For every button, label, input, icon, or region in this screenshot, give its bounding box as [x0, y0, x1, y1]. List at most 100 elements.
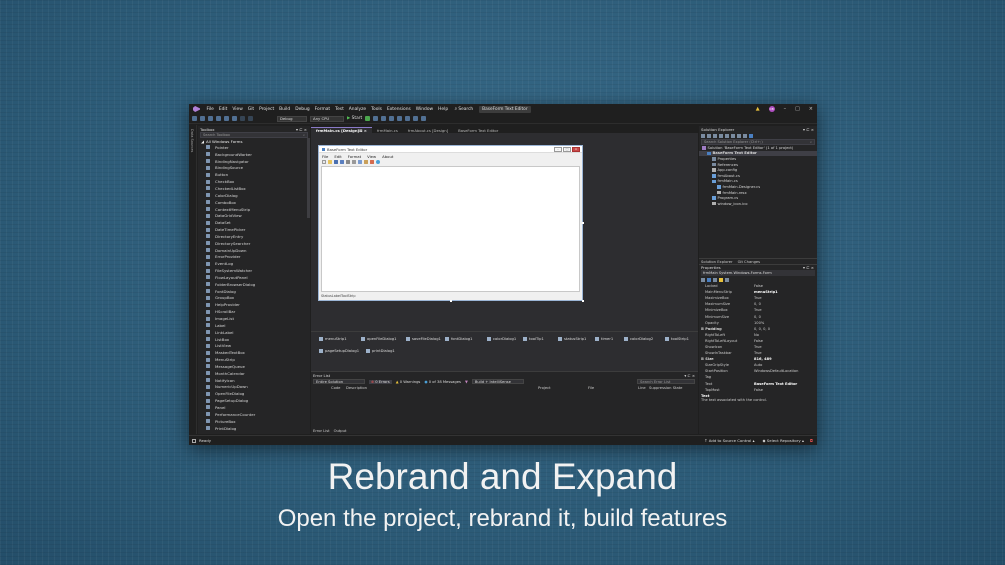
- toolbox-item[interactable]: Label: [198, 322, 310, 329]
- sync-icon[interactable]: [719, 133, 723, 138]
- toolbar-extra-icon-3[interactable]: [389, 116, 395, 121]
- start-without-debugging-icon[interactable]: [365, 116, 371, 121]
- error-column-header[interactable]: File: [588, 386, 594, 390]
- component-tray-item[interactable]: pageSetupDialog1: [319, 349, 359, 353]
- menu-file[interactable]: File: [204, 107, 216, 112]
- toolbox-item[interactable]: MessageQueue: [198, 363, 310, 370]
- panel-pin-close-icons[interactable]: ▾ ⊏ ×: [803, 127, 814, 132]
- component-tray-item[interactable]: openFileDialog1: [361, 337, 396, 341]
- form-designer-surface[interactable]: BaseForm Text Editor – □ × File Edit Forma…: [311, 133, 698, 331]
- forward-icon[interactable]: [707, 133, 711, 138]
- toolbox-item[interactable]: CheckBox: [198, 178, 310, 185]
- toolbox-item[interactable]: OpenFileDialog: [198, 390, 310, 397]
- alphabetical-icon[interactable]: [707, 277, 711, 282]
- toolbox-item[interactable]: PictureBox: [198, 418, 310, 425]
- events-icon[interactable]: [719, 277, 723, 282]
- error-column-header[interactable]: Description: [346, 386, 367, 390]
- back-icon[interactable]: [701, 133, 705, 138]
- form-text-area[interactable]: [321, 166, 580, 292]
- toolbox-item[interactable]: ImageList: [198, 315, 310, 322]
- toolbox-item[interactable]: Pointer: [198, 144, 310, 151]
- toolbar-extra-icon-6[interactable]: [413, 116, 419, 121]
- component-tray-item[interactable]: timer1: [595, 337, 613, 341]
- form-menu-item[interactable]: Edit: [334, 154, 341, 159]
- menu-window[interactable]: Window: [413, 107, 435, 112]
- solution-tree-item[interactable]: window_icon.ico: [699, 201, 817, 207]
- component-tray-item[interactable]: saveFileDialog1: [406, 337, 441, 341]
- component-tray-item[interactable]: fontDialog1: [445, 337, 472, 341]
- forward-icon[interactable]: [200, 116, 205, 121]
- refresh-icon[interactable]: [725, 133, 729, 138]
- close-icon[interactable]: ×: [809, 106, 813, 112]
- solution-explorer-tab[interactable]: Solution Explorer: [701, 260, 733, 264]
- toolbox-item[interactable]: PageSetupDialog: [198, 397, 310, 404]
- show-all-files-icon[interactable]: [737, 133, 741, 138]
- menu-edit[interactable]: Edit: [216, 107, 230, 112]
- bottom-tab[interactable]: Error List: [313, 429, 330, 433]
- error-column-header[interactable]: Line: [638, 386, 646, 390]
- errors-filter-button[interactable]: ⊗ 0 Errors: [369, 379, 392, 384]
- toolbox-item[interactable]: FontDialog: [198, 288, 310, 295]
- menu-extensions[interactable]: Extensions: [384, 107, 413, 112]
- toolbox-scrollbar[interactable]: [307, 138, 310, 218]
- filter-icon[interactable]: ▼: [465, 380, 468, 384]
- toolbox-item[interactable]: ErrorProvider: [198, 254, 310, 261]
- menu-analyze[interactable]: Analyze: [346, 107, 368, 112]
- toolbox-item[interactable]: MenuStrip: [198, 356, 310, 363]
- toolbox-item[interactable]: BackgroundWorker: [198, 151, 310, 158]
- add-to-source-control-button[interactable]: ↑ Add to Source Control ▴: [704, 438, 754, 443]
- toolbar-extra-icon-5[interactable]: [405, 116, 411, 121]
- bottom-tab[interactable]: Output: [334, 429, 347, 433]
- toolbox-item[interactable]: ContextMenuStrip: [198, 206, 310, 213]
- menu-debug[interactable]: Debug: [293, 107, 312, 112]
- panel-pin-close-icons[interactable]: ▾ ⊏ ×: [803, 265, 814, 270]
- menu-git[interactable]: Git: [245, 107, 256, 112]
- start-button[interactable]: ▶ Start: [347, 116, 362, 121]
- toolbox-item[interactable]: Button: [198, 171, 310, 178]
- toolbox-item[interactable]: EventLog: [198, 260, 310, 267]
- data-sources-strip[interactable]: Data Sources: [189, 125, 197, 434]
- search-button[interactable]: ⌕ Search: [453, 107, 476, 112]
- messages-filter-button[interactable]: ● 0 of 38 Messages: [424, 380, 461, 384]
- menu-build[interactable]: Build: [277, 107, 293, 112]
- properties-view-icon[interactable]: [713, 277, 717, 282]
- properties-icon[interactable]: [743, 133, 747, 138]
- redo-icon[interactable]: [248, 116, 253, 121]
- maximize-icon[interactable]: □: [795, 106, 800, 112]
- property-pages-icon[interactable]: [725, 277, 729, 282]
- toolbox-item[interactable]: DomainUpDown: [198, 247, 310, 254]
- error-column-header[interactable]: Project: [538, 386, 551, 390]
- resize-handle-corner[interactable]: [582, 300, 584, 302]
- form-tool-strip[interactable]: [319, 159, 582, 165]
- warning-icon[interactable]: ▲: [756, 106, 760, 112]
- toolbar-extra-icon-2[interactable]: [381, 116, 387, 121]
- form-preview-window[interactable]: BaseForm Text Editor – □ × File Edit Forma…: [318, 145, 583, 301]
- toolbox-item[interactable]: MaskedTextBox: [198, 349, 310, 356]
- undo-icon[interactable]: [240, 116, 245, 121]
- open-icon[interactable]: [216, 116, 221, 121]
- new-project-icon[interactable]: [208, 116, 213, 121]
- component-tray-item[interactable]: colorDialog2: [624, 337, 653, 341]
- select-repository-button[interactable]: ◆ Select Repository ▴: [763, 438, 804, 443]
- menu-test[interactable]: Test: [333, 107, 347, 112]
- toolbox-item[interactable]: HScrollBar: [198, 308, 310, 315]
- panel-pin-close-icons[interactable]: ▾ ⊏ ×: [296, 127, 307, 132]
- component-tray-item[interactable]: toolStrip1: [665, 337, 689, 341]
- toolbox-item[interactable]: ComboBox: [198, 199, 310, 206]
- toolbox-item[interactable]: FileSystemWatcher: [198, 267, 310, 274]
- resize-handle-right[interactable]: [582, 222, 584, 224]
- toolbox-item[interactable]: NumericUpDown: [198, 384, 310, 391]
- collapse-all-icon[interactable]: [731, 133, 735, 138]
- platform-select[interactable]: Any CPU: [310, 115, 344, 122]
- toolbox-item[interactable]: DirectoryEntry: [198, 233, 310, 240]
- error-scope-select[interactable]: Entire Solution: [313, 378, 365, 385]
- menu-view[interactable]: View: [230, 107, 245, 112]
- panel-pin-close-icons[interactable]: ▾ ⊏ ×: [684, 373, 695, 378]
- toolbar-extra-icon-7[interactable]: [421, 116, 427, 121]
- minimize-icon[interactable]: –: [784, 106, 787, 112]
- component-tray-item[interactable]: statusStrip1: [558, 337, 586, 341]
- toolbox-item[interactable]: NotifyIcon: [198, 377, 310, 384]
- toolbox-item[interactable]: BindingSource: [198, 165, 310, 172]
- categorized-icon[interactable]: [701, 277, 705, 282]
- toolbox-item[interactable]: PrintDialog: [198, 425, 310, 432]
